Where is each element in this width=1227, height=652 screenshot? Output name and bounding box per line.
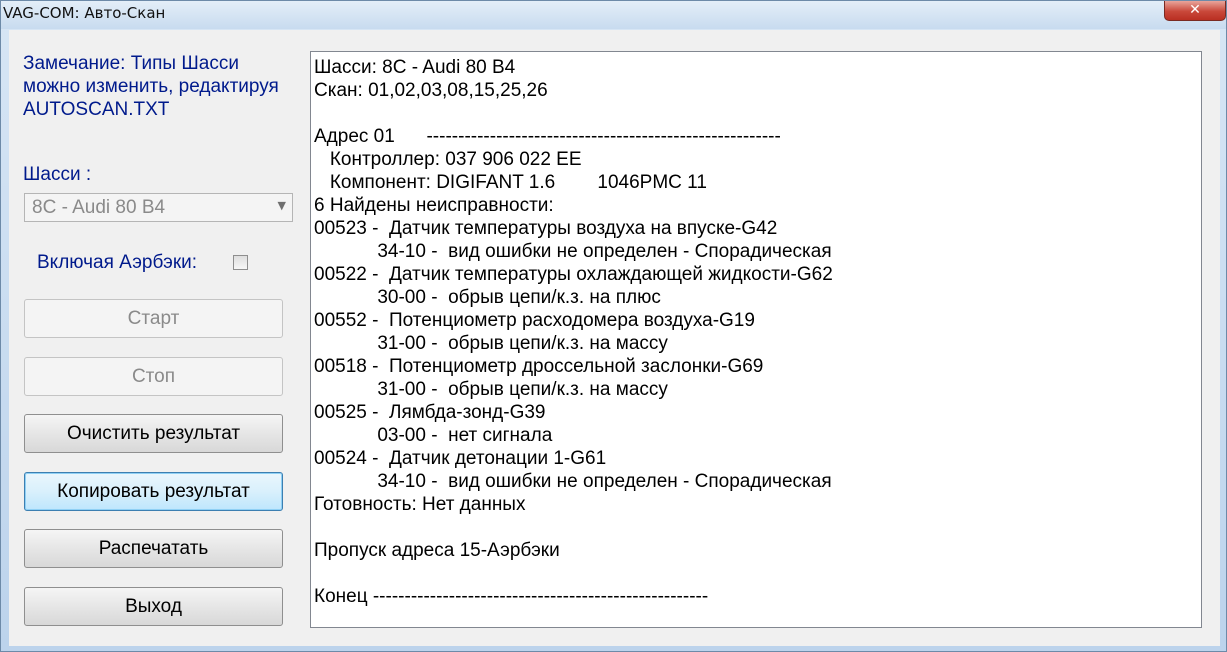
result-line: 03-00 - нет сигнала — [314, 425, 553, 446]
result-line: 34-10 - вид ошибки не определен - Спорад… — [314, 471, 832, 492]
result-line: Готовность: Нет данных — [314, 494, 526, 515]
exit-button[interactable]: Выход — [24, 587, 283, 626]
airbag-label: Включая Аэрбэки: — [37, 252, 198, 273]
airbag-checkbox[interactable] — [233, 255, 248, 270]
result-line: 6 Найдены неисправности: — [314, 195, 554, 216]
result-line: Шасси: 8C - Audi 80 B4 — [314, 57, 516, 78]
result-line: Скан: 01,02,03,08,15,25,26 — [314, 80, 548, 101]
client-area: Замечание: Типы Шасси можно изменить, ре… — [9, 30, 1220, 646]
result-line: 00552 - Потенциометр расходомера воздуха… — [314, 310, 755, 331]
result-line: Компонент: DIGIFANT 1.6 1046PMC 11 — [314, 172, 707, 193]
title-bar[interactable]: VAG-COM: Авто-Скан ✕ — [1, 1, 1226, 29]
chassis-note: Замечание: Типы Шасси можно изменить, ре… — [23, 52, 293, 121]
note-line: Замечание: Типы Шасси — [23, 53, 239, 74]
print-button[interactable]: Распечатать — [24, 529, 283, 568]
result-line: 00524 - Датчик детонации 1-G61 — [314, 448, 607, 469]
chassis-select-value: 8C - Audi 80 B4 — [32, 197, 166, 218]
start-button[interactable]: Старт — [24, 299, 283, 338]
window-title: VAG-COM: Авто-Скан — [3, 4, 166, 22]
result-line: 00518 - Потенциометр дроссельной заслонк… — [314, 356, 764, 377]
result-line: 31-00 - обрыв цепи/к.з. на массу — [314, 333, 668, 354]
result-line: 00525 - Лямбда-зонд-G39 — [314, 402, 546, 423]
result-line: 30-00 - обрыв цепи/к.з. на плюс — [314, 287, 661, 308]
note-line: можно изменить, редактируя — [23, 76, 279, 97]
autoscan-window: VAG-COM: Авто-Скан ✕ Замечание: Типы Шас… — [0, 0, 1227, 652]
stop-button[interactable]: Стоп — [24, 357, 283, 396]
clear-results-button[interactable]: Очистить результат — [24, 414, 283, 453]
result-line: Конец ----------------------------------… — [314, 586, 709, 607]
result-line: 00522 - Датчик температуры охлаждающей ж… — [314, 264, 833, 285]
scan-results-textbox[interactable]: Шасси: 8C - Audi 80 B4 Скан: 01,02,03,08,… — [310, 51, 1202, 628]
result-line: Пропуск адреса 15-Аэрбэки — [314, 540, 560, 561]
result-line: 34-10 - вид ошибки не определен - Спорад… — [314, 241, 832, 262]
copy-results-button[interactable]: Копировать результат — [24, 472, 283, 511]
chassis-select[interactable]: 8C - Audi 80 B4 ▼ — [24, 193, 293, 222]
result-line: Адрес 01 -------------------------------… — [314, 126, 781, 147]
result-line: 31-00 - обрыв цепи/к.з. на массу — [314, 379, 668, 400]
note-line: AUTOSCAN.TXT — [23, 99, 170, 120]
close-button[interactable]: ✕ — [1164, 1, 1226, 21]
result-line: Контроллер: 037 906 022 EE — [314, 149, 582, 170]
chassis-label: Шасси : — [23, 164, 92, 185]
result-line: 00523 - Датчик температуры воздуха на вп… — [314, 218, 778, 239]
chevron-down-icon: ▼ — [277, 199, 286, 212]
